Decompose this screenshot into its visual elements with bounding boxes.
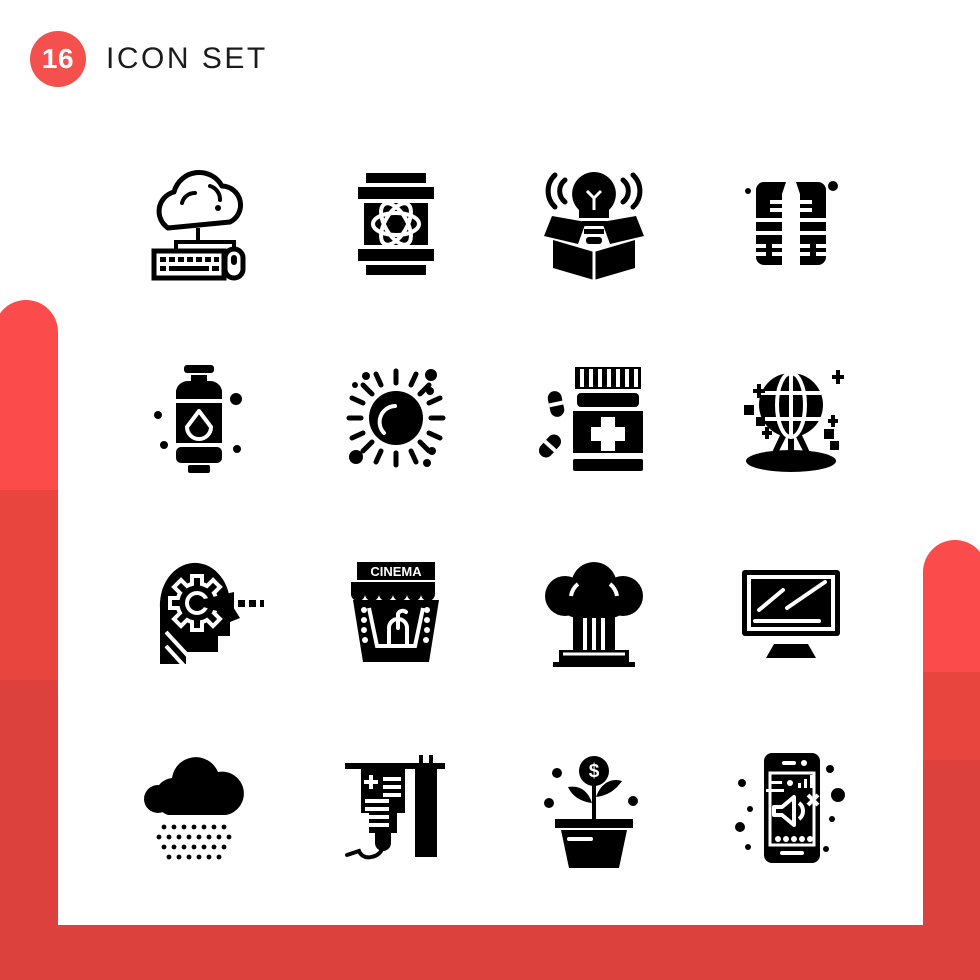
cinema-label: CINEMA	[371, 564, 423, 579]
nuclear-barrel-icon[interactable]	[298, 125, 496, 320]
idea-box-icon[interactable]	[495, 125, 693, 320]
iv-drip-icon[interactable]	[298, 710, 496, 905]
head-gear-icon[interactable]	[100, 515, 298, 710]
monitor-screen-icon[interactable]	[693, 515, 891, 710]
money-plant-icon[interactable]: $	[495, 710, 693, 905]
cinema-stall-icon[interactable]: CINEMA	[298, 515, 496, 710]
money-symbol: $	[588, 761, 599, 782]
decor-stripe-left-mid	[0, 490, 58, 980]
decor-stripe-right-dark	[923, 760, 980, 980]
page-title: Icon Set	[106, 42, 268, 75]
decor-bottom-bar	[0, 925, 980, 980]
icon-set-canvas: 16 Icon Set	[0, 0, 980, 980]
chef-hat-icon[interactable]	[495, 515, 693, 710]
rain-cloud-icon[interactable]	[100, 710, 298, 905]
globe-stand-icon[interactable]	[693, 320, 891, 515]
gas-cylinder-icon[interactable]	[100, 320, 298, 515]
decor-stripe-right-mid	[923, 672, 980, 980]
decor-stripe-left-light	[0, 300, 58, 980]
icon-count-badge: 16	[30, 31, 86, 87]
sun-brightness-icon[interactable]	[298, 320, 496, 515]
header: 16 Icon Set	[0, 0, 980, 118]
cloud-computing-icon[interactable]	[100, 125, 298, 320]
decor-stripe-left-dark	[0, 680, 58, 980]
icon-grid: CINEMA $	[100, 125, 890, 905]
life-jacket-icon[interactable]	[693, 125, 891, 320]
medicine-bottle-icon[interactable]	[495, 320, 693, 515]
mobile-mute-icon[interactable]	[693, 710, 891, 905]
decor-stripe-right-light	[923, 540, 980, 980]
